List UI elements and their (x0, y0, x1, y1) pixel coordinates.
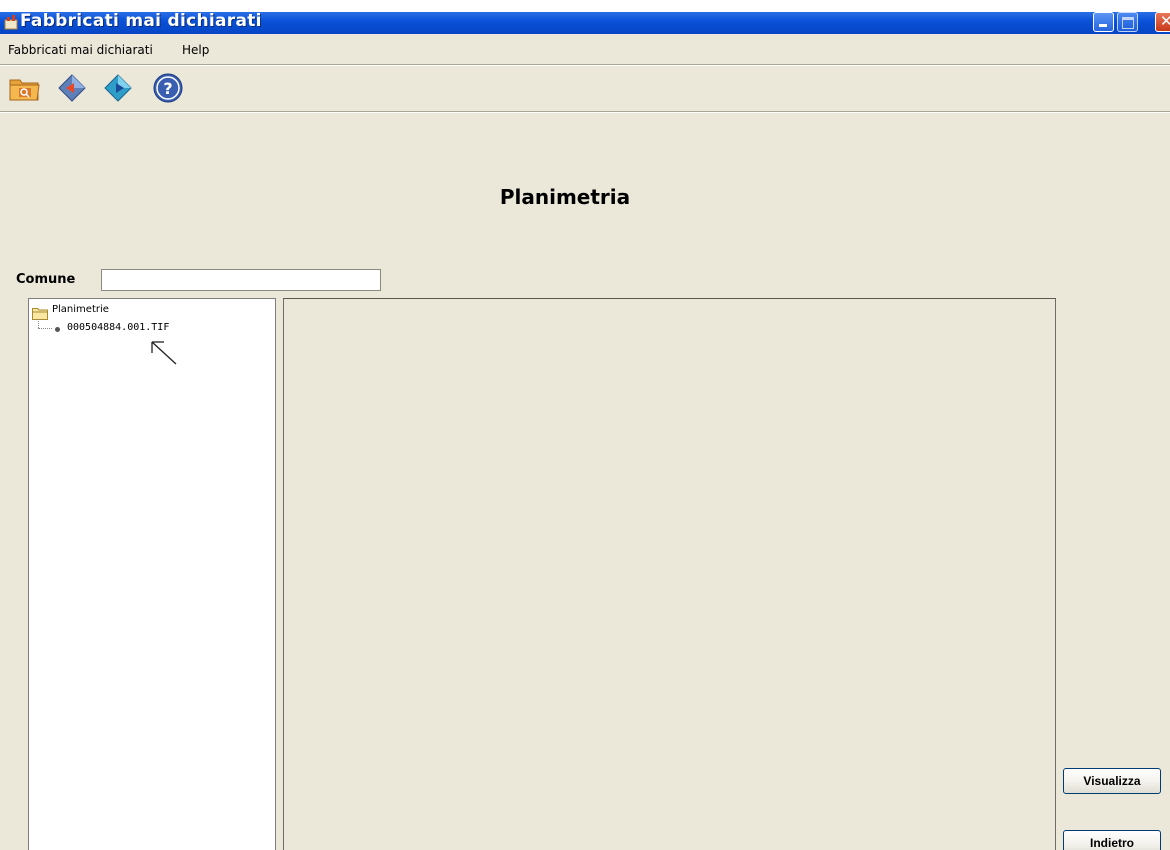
back-button[interactable] (55, 72, 91, 106)
tree-connector (38, 319, 39, 328)
tree-root-label: Planimetrie (52, 304, 109, 315)
maximize-button[interactable] (1117, 12, 1138, 32)
comune-input[interactable] (101, 269, 381, 291)
application-window: Fabbricati mai dichiarati ✕ Fabbricati m… (0, 12, 1170, 850)
page-title: Planimetria (499, 185, 631, 209)
folder-icon (32, 305, 48, 324)
forward-button[interactable] (101, 72, 137, 106)
help-button[interactable]: ? (151, 72, 187, 106)
open-search-button[interactable] (8, 72, 44, 106)
menu-fabbricati[interactable]: Fabbricati mai dichiarati (8, 43, 153, 57)
close-icon: ✕ (1160, 12, 1170, 30)
image-preview-panel (283, 298, 1056, 850)
folder-search-icon (9, 79, 40, 101)
indietro-button[interactable]: Indietro (1063, 830, 1161, 850)
toolbar-divider (0, 111, 1170, 113)
menubar-divider (0, 64, 1170, 66)
toolbar: ? (0, 67, 1170, 109)
minimize-button[interactable] (1093, 12, 1114, 32)
title-bar[interactable]: Fabbricati mai dichiarati ✕ (0, 12, 1170, 34)
close-button[interactable]: ✕ (1155, 12, 1170, 32)
svg-text:?: ? (163, 79, 172, 98)
menu-help[interactable]: Help (182, 43, 209, 57)
mouse-cursor-icon (150, 340, 180, 370)
tree-leaf-label: 000504884.001.TIF (67, 322, 170, 333)
forward-diamond-icon (104, 74, 132, 102)
window-title: Fabbricati mai dichiarati (20, 12, 262, 31)
visualizza-button[interactable]: Visualizza (1063, 768, 1161, 794)
leaf-bullet-icon (55, 327, 60, 332)
tree-connector (38, 328, 52, 329)
java-app-icon (4, 14, 18, 30)
back-diamond-icon (58, 74, 86, 102)
planimetrie-tree[interactable]: Planimetrie 000504884.001.TIF (28, 298, 276, 850)
help-icon: ? (153, 73, 183, 103)
comune-label: Comune (16, 272, 76, 287)
menu-bar: Fabbricati mai dichiarati Help (0, 40, 1170, 62)
